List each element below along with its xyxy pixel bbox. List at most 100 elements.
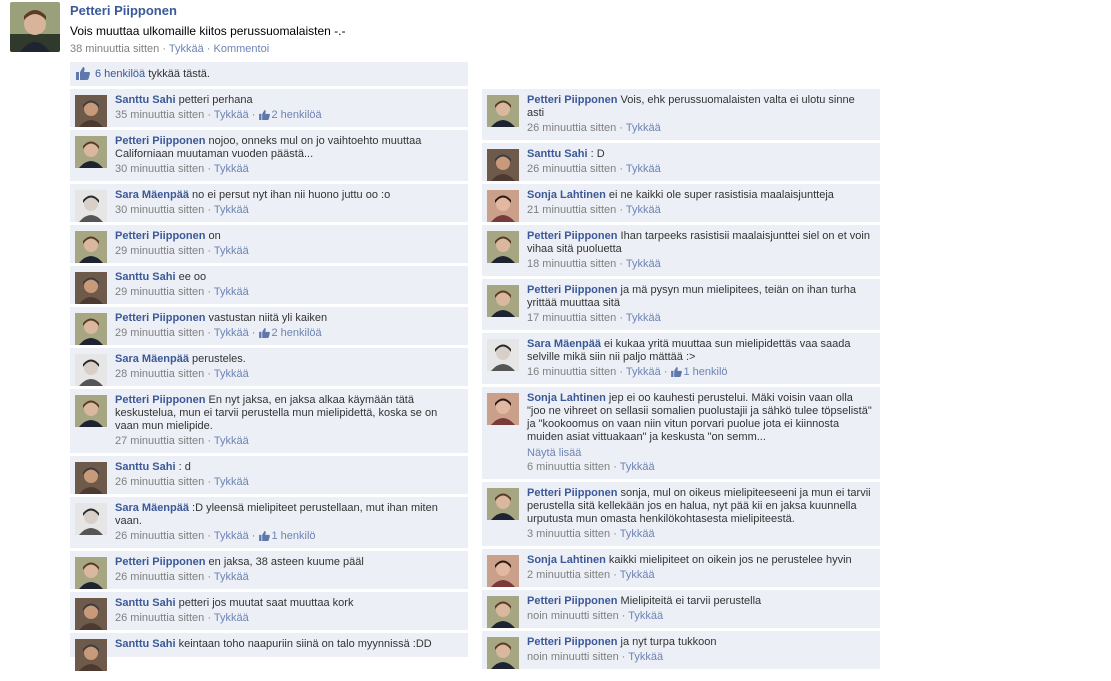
comment-author-link[interactable]: Petteri Piipponen [115,230,205,242]
comment-author-link[interactable]: Santtu Sahi [115,461,176,473]
comment-author-link[interactable]: Sonja Lahtinen [527,189,606,201]
sara-avatar[interactable] [75,190,107,222]
comment-author-link[interactable]: Petteri Piipponen [115,556,205,568]
comment-author-link[interactable]: Sara Mäenpää [115,502,189,514]
post-author-link[interactable]: Petteri Piipponen [70,3,177,18]
comment-author-link[interactable]: Petteri Piipponen [115,394,205,406]
comment-like-link[interactable]: Tykkää [214,245,249,257]
comment-author-link[interactable]: Petteri Piipponen [527,94,617,106]
comment-like-link[interactable]: Tykkää [620,569,655,581]
comment-author-link[interactable]: Petteri Piipponen [527,230,617,242]
comment-author-link[interactable]: Sara Mäenpää [115,353,189,365]
separator: · [204,245,214,257]
comment-text: : d [178,461,191,473]
petteri-avatar[interactable] [75,557,107,589]
comment-body: Petteri Piipponen en jaksa, 38 asteen ku… [115,556,462,569]
comment-likes-link[interactable]: 2 henkilöä [258,109,322,121]
comment-like-link[interactable]: Tykkää [214,204,249,216]
sonja-avatar[interactable] [487,393,519,425]
petteri-avatar[interactable] [487,596,519,628]
comment-likes-link[interactable]: 1 henkilö [670,366,728,378]
santtu-avatar[interactable] [75,462,107,494]
comment: Petteri Piipponen vastustan niitä yli ka… [70,306,468,345]
comment-like-link[interactable]: Tykkää [214,530,249,542]
comment-author-link[interactable]: Petteri Piipponen [115,312,205,324]
post-comment-link[interactable]: Kommentoi [214,43,270,55]
petteri-avatar[interactable] [75,395,107,427]
comment-like-link[interactable]: Tykkää [626,163,661,175]
comment-likes-count: 2 henkilöä [271,109,322,121]
comment-like-link[interactable]: Tykkää [626,258,661,270]
comment-author-link[interactable]: Santtu Sahi [115,597,176,609]
petteri-avatar[interactable] [487,488,519,520]
comment-like-link[interactable]: Tykkää [628,651,663,663]
santtu-avatar[interactable] [75,272,107,304]
comment-like-link[interactable]: Tykkää [626,312,661,324]
comment-like-link[interactable]: Tykkää [214,612,249,624]
petteri-avatar[interactable] [75,136,107,168]
comment-like-link[interactable]: Tykkää [626,366,661,378]
petteri-avatar[interactable] [487,637,519,669]
comment-meta: 17 minuuttia sitten · Tykkää [527,312,874,324]
petteri-avatar[interactable] [487,95,519,127]
separator: · [204,612,214,624]
separator: · [248,530,259,542]
comment-like-link[interactable]: Tykkää [626,204,661,216]
comment-like-link[interactable]: Tykkää [214,109,249,121]
comment-like-link[interactable]: Tykkää [214,368,249,380]
santtu-avatar[interactable] [75,598,107,630]
comment-author-link[interactable]: Petteri Piipponen [527,595,617,607]
comment-author-link[interactable]: Santtu Sahi [115,638,176,650]
santtu-avatar[interactable] [75,639,107,671]
petteri-avatar[interactable] [487,285,519,317]
comment-text: kaikki mielipiteet on oikein jos ne peru… [608,554,852,566]
comment-author-link[interactable]: Sara Mäenpää [527,338,601,350]
likes-count-link[interactable]: 6 henkilöä [95,68,145,80]
petteri-avatar[interactable] [75,231,107,263]
sara-avatar[interactable] [487,339,519,371]
comment-author-link[interactable]: Santtu Sahi [527,148,588,160]
comment-like-link[interactable]: Tykkää [214,476,249,488]
author-avatar[interactable] [10,2,60,52]
comment-like-link[interactable]: Tykkää [214,327,249,339]
comment-text: on [208,230,221,242]
comment-author-link[interactable]: Petteri Piipponen [527,284,617,296]
comment-author-link[interactable]: Sara Mäenpää [115,189,189,201]
sara-avatar[interactable] [75,503,107,535]
sonja-avatar[interactable] [487,555,519,587]
comment-body: Santtu Sahi petteri perhana [115,94,462,107]
comment: Sonja Lahtinen ei ne kaikki ole super ra… [482,183,880,222]
separator: · [204,204,214,216]
separator: · [618,610,629,622]
comment-author-link[interactable]: Petteri Piipponen [527,636,617,648]
santtu-avatar[interactable] [75,95,107,127]
santtu-avatar[interactable] [487,149,519,181]
sara-avatar[interactable] [75,354,107,386]
comment-author-link[interactable]: Santtu Sahi [115,94,176,106]
sonja-avatar[interactable] [487,190,519,222]
comment-author-link[interactable]: Petteri Piipponen [115,135,205,147]
comment-like-link[interactable]: Tykkää [620,528,655,540]
comment-like-link[interactable]: Tykkää [214,435,249,447]
petteri-avatar[interactable] [487,231,519,263]
petteri-avatar[interactable] [75,313,107,345]
comment-like-link[interactable]: Tykkää [626,122,661,134]
comment-like-link[interactable]: Tykkää [214,163,249,175]
comment-time: 26 minuuttia sitten [115,612,205,624]
comments-column-right: Petteri Piipponen Vois, ehk perussuomala… [482,88,880,671]
comment-likes-link[interactable]: 1 henkilö [258,530,316,542]
comment-author-link[interactable]: Sonja Lahtinen [527,392,606,404]
show-more-link[interactable]: Näytä lisää [527,447,874,459]
comment-likes-link[interactable]: 2 henkilöä [258,327,322,339]
comment: Santtu Sahi petteri jos muutat saat muut… [70,591,468,630]
comment-body: Sonja Lahtinen jep ei oo kauhesti perust… [527,392,874,444]
comment-author-link[interactable]: Petteri Piipponen [527,487,617,499]
post-like-link[interactable]: Tykkää [169,43,204,55]
comment-like-link[interactable]: Tykkää [628,610,663,622]
comment-author-link[interactable]: Santtu Sahi [115,271,176,283]
comment-meta: 30 minuuttia sitten · Tykkää [115,204,462,216]
comment-like-link[interactable]: Tykkää [214,286,249,298]
comment-like-link[interactable]: Tykkää [620,461,655,473]
comment-like-link[interactable]: Tykkää [214,571,249,583]
comment-author-link[interactable]: Sonja Lahtinen [527,554,606,566]
